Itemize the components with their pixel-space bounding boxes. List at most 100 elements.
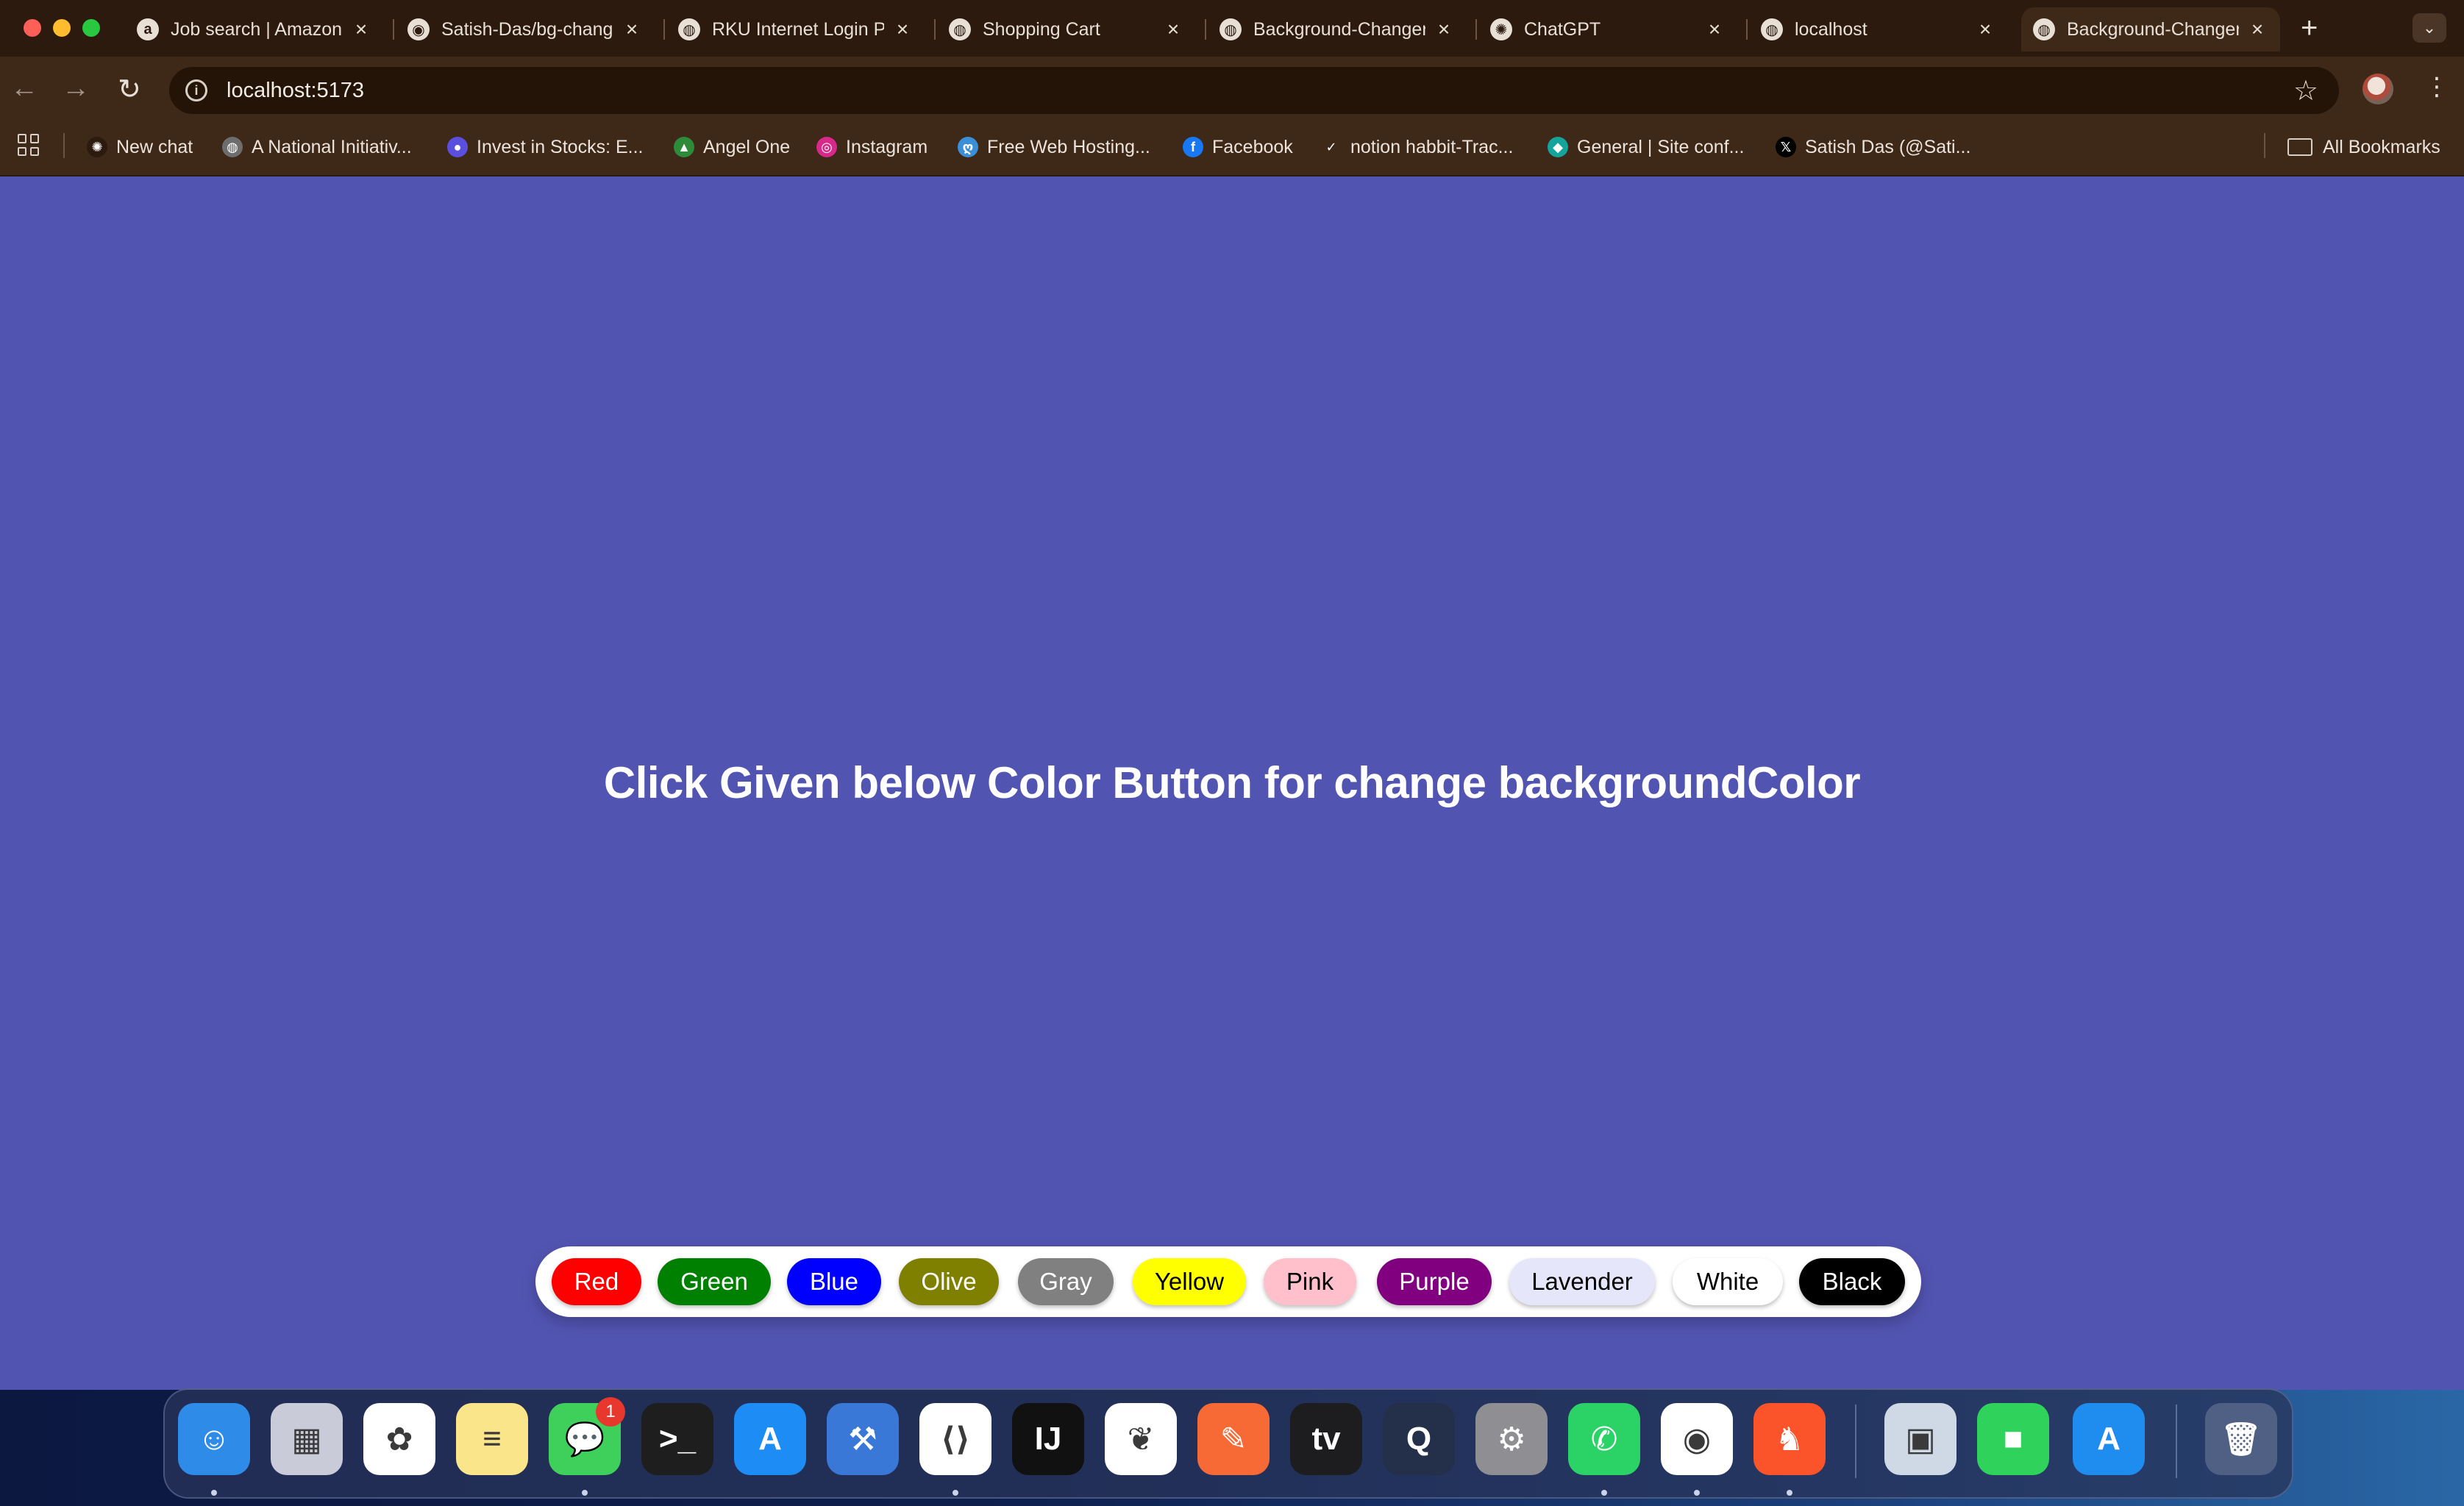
intellij-icon[interactable]: IJ bbox=[1012, 1403, 1084, 1475]
vscode-icon[interactable]: ⟨⟩ bbox=[919, 1403, 991, 1475]
lavender-color-button[interactable]: Lavender bbox=[1509, 1258, 1655, 1305]
bookmark-item[interactable]: ღ Free Web Hosting... bbox=[958, 132, 1150, 162]
tab-2[interactable]: ◍ RKU Internet Login Page × bbox=[666, 7, 925, 51]
netlify-icon: ◆ bbox=[1548, 137, 1568, 157]
new-tab-button[interactable]: + bbox=[2301, 12, 2318, 45]
chrome-icon[interactable]: ◉ bbox=[1661, 1403, 1733, 1475]
more-menu-icon[interactable]: ⋮ bbox=[2424, 72, 2449, 101]
globe-icon: ◍ bbox=[949, 18, 971, 40]
blue-color-button[interactable]: Blue bbox=[787, 1258, 881, 1305]
arrow-right-icon: → bbox=[62, 73, 90, 104]
running-indicator bbox=[1601, 1490, 1607, 1496]
brave-icon[interactable]: ♞ bbox=[1753, 1403, 1826, 1475]
tab-5[interactable]: ✺ ChatGPT × bbox=[1478, 7, 1737, 51]
photos-icon[interactable]: ✿ bbox=[363, 1403, 435, 1475]
tab-6[interactable]: ◍ localhost × bbox=[1749, 7, 2008, 51]
system-settings-icon[interactable]: ⚙ bbox=[1475, 1403, 1548, 1475]
all-bookmarks-label: All Bookmarks bbox=[2323, 136, 2440, 157]
bookmark-item[interactable]: ● Invest in Stocks: E... bbox=[447, 132, 643, 162]
bookmark-item[interactable]: ◎ Instagram bbox=[816, 132, 927, 162]
preview-icon[interactable]: ▣ bbox=[1884, 1403, 1956, 1475]
reload-button[interactable]: ↻ bbox=[118, 73, 141, 106]
close-tab-icon[interactable]: × bbox=[1162, 18, 1184, 41]
profile-avatar[interactable] bbox=[2362, 74, 2393, 104]
globe-icon: ◍ bbox=[678, 18, 700, 40]
tab-7[interactable]: ◍ Background-Changer × bbox=[2021, 7, 2280, 51]
hosting-icon: ღ bbox=[958, 137, 978, 157]
all-bookmarks[interactable]: All Bookmarks bbox=[2287, 132, 2440, 162]
quicktime-icon[interactable]: Q bbox=[1383, 1403, 1455, 1475]
url-text[interactable]: localhost:5173 bbox=[227, 79, 364, 103]
tab-3[interactable]: ◍ Shopping Cart × bbox=[937, 7, 1196, 51]
bookmark-item[interactable]: 𝕏 Satish Das (@Sati... bbox=[1776, 132, 1970, 162]
groww-icon: ● bbox=[447, 137, 468, 157]
running-indicator bbox=[1787, 1490, 1792, 1496]
minimize-window-button[interactable] bbox=[53, 19, 71, 37]
terminal-icon[interactable]: >_ bbox=[641, 1403, 713, 1475]
yellow-color-button[interactable]: Yellow bbox=[1133, 1258, 1246, 1305]
olive-color-button[interactable]: Olive bbox=[899, 1258, 999, 1305]
pink-color-button[interactable]: Pink bbox=[1264, 1258, 1356, 1305]
xcode-icon[interactable]: ⚒ bbox=[827, 1403, 899, 1475]
bookmark-label: Free Web Hosting... bbox=[987, 136, 1150, 157]
notes-icon[interactable]: ≡ bbox=[456, 1403, 528, 1475]
apps-grid-icon[interactable] bbox=[18, 134, 40, 156]
tab-title: localhost bbox=[1795, 18, 1867, 40]
tab-search-button[interactable]: ⌄ bbox=[2413, 13, 2446, 43]
tab-1[interactable]: ◉ Satish-Das/bg-changer × bbox=[396, 7, 655, 51]
gray-color-button[interactable]: Gray bbox=[1018, 1258, 1114, 1305]
close-tab-icon[interactable]: × bbox=[621, 18, 643, 41]
tab-separator bbox=[1746, 19, 1748, 40]
app-store-icon[interactable]: A bbox=[734, 1403, 806, 1475]
close-tab-icon[interactable]: × bbox=[350, 18, 372, 41]
launchpad-icon[interactable]: ▦ bbox=[271, 1403, 343, 1475]
bookmark-star-icon[interactable]: ☆ bbox=[2293, 74, 2318, 107]
facebook-icon: f bbox=[1183, 137, 1203, 157]
bookmark-item[interactable]: ◍ A National Initiativ... bbox=[222, 132, 412, 162]
facetime-icon[interactable]: ■ bbox=[1977, 1403, 2049, 1475]
tab-separator bbox=[934, 19, 936, 40]
bookmark-label: General | Site conf... bbox=[1577, 136, 1745, 157]
tab-separator bbox=[1475, 19, 1477, 40]
apple-tv-icon[interactable]: tv bbox=[1290, 1403, 1362, 1475]
red-color-button[interactable]: Red bbox=[552, 1258, 641, 1305]
globe-icon: ◍ bbox=[1761, 18, 1783, 40]
postman-icon[interactable]: ✎ bbox=[1197, 1403, 1270, 1475]
black-color-button[interactable]: Black bbox=[1799, 1258, 1905, 1305]
green-color-button[interactable]: Green bbox=[658, 1258, 771, 1305]
site-info-icon[interactable]: i bbox=[185, 79, 207, 101]
github-icon: ◉ bbox=[407, 18, 430, 40]
simulator-icon[interactable]: A bbox=[2073, 1403, 2145, 1475]
running-indicator bbox=[1694, 1490, 1700, 1496]
whatsapp-icon[interactable]: ✆ bbox=[1568, 1403, 1640, 1475]
purple-color-button[interactable]: Purple bbox=[1377, 1258, 1492, 1305]
trash-icon[interactable]: 🗑 bbox=[2205, 1403, 2277, 1475]
close-tab-icon[interactable]: × bbox=[1433, 18, 1455, 41]
close-tab-icon[interactable]: × bbox=[2246, 18, 2268, 41]
back-button[interactable]: ← bbox=[10, 73, 38, 104]
bookmark-item[interactable]: ✓ notion habbit-Trac... bbox=[1321, 132, 1513, 162]
bookmark-item[interactable]: ▲ Angel One bbox=[674, 132, 790, 162]
bookmark-label: Angel One bbox=[703, 136, 791, 157]
forward-button[interactable]: → bbox=[62, 73, 90, 104]
close-window-button[interactable] bbox=[24, 19, 41, 37]
bookmark-item[interactable]: f Facebook bbox=[1183, 132, 1293, 162]
close-tab-icon[interactable]: × bbox=[1703, 18, 1726, 41]
tab-4[interactable]: ◍ Background-Changer × bbox=[1208, 7, 1467, 51]
address-bar[interactable]: i localhost:5173 ☆ bbox=[169, 67, 2339, 114]
white-color-button[interactable]: White bbox=[1673, 1258, 1783, 1305]
globe-icon: ◍ bbox=[1219, 18, 1242, 40]
mongodb-compass-icon[interactable]: ❦ bbox=[1105, 1403, 1177, 1475]
color-button-bar: Red Green Blue Olive Gray Yellow Pink Purple Lav… bbox=[535, 1246, 1921, 1317]
bookmark-item[interactable]: ✺ New chat bbox=[87, 132, 193, 162]
close-tab-icon[interactable]: × bbox=[1974, 18, 1996, 41]
tab-0[interactable]: a Job search | Amazon × bbox=[125, 7, 384, 51]
running-indicator bbox=[211, 1490, 217, 1496]
close-tab-icon[interactable]: × bbox=[891, 18, 914, 41]
bookmark-label: Satish Das (@Sati... bbox=[1805, 136, 1971, 157]
bookmark-item[interactable]: ◆ General | Site conf... bbox=[1548, 132, 1744, 162]
finder-icon[interactable]: ☺ bbox=[178, 1403, 250, 1475]
zoom-window-button[interactable] bbox=[82, 19, 100, 37]
tab-separator bbox=[1205, 19, 1206, 40]
page-heading: Click Given below Color Button for chang… bbox=[603, 758, 1861, 807]
